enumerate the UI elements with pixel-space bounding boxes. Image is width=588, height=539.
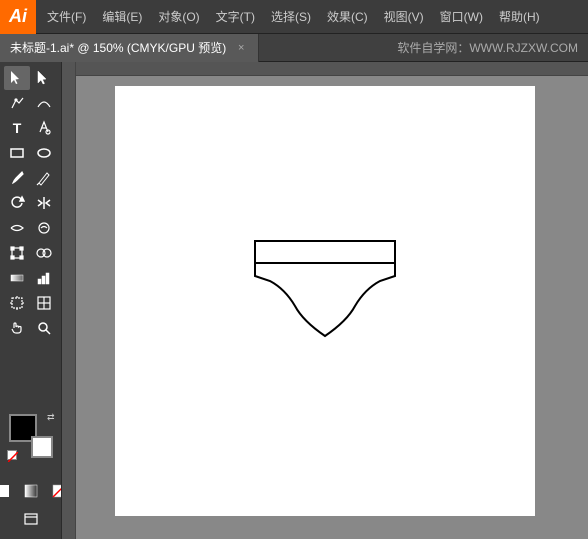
screen-mode-row <box>18 507 44 531</box>
stroke-color-swatch[interactable] <box>31 436 53 458</box>
menu-select[interactable]: 选择(S) <box>264 4 318 29</box>
paintbrush-tool[interactable] <box>4 166 30 190</box>
pencil-tool[interactable] <box>31 166 57 190</box>
touch-type-tool[interactable] <box>31 116 57 140</box>
tool-row-type: T <box>0 116 61 140</box>
tool-row-paint <box>0 166 61 190</box>
menu-text[interactable]: 文字(T) <box>209 4 262 29</box>
color-mode-gradient[interactable] <box>18 479 44 503</box>
tab-title: 未标题-1.ai* @ 150% (CMYK/GPU 预览) <box>10 39 226 56</box>
main-layout: T <box>0 62 588 539</box>
tab-bar: 未标题-1.ai* @ 150% (CMYK/GPU 预览) × 软件自学网：W… <box>0 34 588 62</box>
app-icon: Ai <box>0 0 36 34</box>
menu-view[interactable]: 视图(V) <box>377 4 431 29</box>
menu-object[interactable]: 对象(O) <box>151 4 206 29</box>
tool-row-freetransform <box>0 241 61 265</box>
extra-tools <box>0 479 62 531</box>
tool-row-pen <box>0 91 61 115</box>
tool-row-gradient <box>0 266 61 290</box>
menu-effect[interactable]: 效果(C) <box>320 4 375 29</box>
active-tab[interactable]: 未标题-1.ai* @ 150% (CMYK/GPU 预览) × <box>0 34 259 62</box>
color-mode-none[interactable] <box>46 479 63 503</box>
menu-help[interactable]: 帮助(H) <box>492 4 547 29</box>
swap-colors-icon[interactable]: ⇄ <box>47 412 55 423</box>
tool-row-selection <box>0 66 61 90</box>
color-swatches: ⇄ <box>9 414 53 458</box>
curvature-tool[interactable] <box>31 91 57 115</box>
menu-bar: 文件(F) 编辑(E) 对象(O) 文字(T) 选择(S) 效果(C) 视图(V… <box>36 0 551 33</box>
top-bar: Ai 文件(F) 编辑(E) 对象(O) 文字(T) 选择(S) 效果(C) 视… <box>0 0 588 34</box>
none-color-icon[interactable] <box>7 450 17 460</box>
selection-tool[interactable] <box>4 66 30 90</box>
graph-tool[interactable] <box>31 266 57 290</box>
menu-file[interactable]: 文件(F) <box>40 4 93 29</box>
direct-selection-tool[interactable] <box>31 66 57 90</box>
tool-row-navigate <box>0 316 61 340</box>
zoom-tool[interactable] <box>31 316 57 340</box>
tab-close-button[interactable]: × <box>234 41 248 55</box>
extra-tools-row <box>0 479 62 503</box>
change-screen-mode[interactable] <box>18 507 44 531</box>
free-transform-tool[interactable] <box>4 241 30 265</box>
color-area: ⇄ <box>0 410 62 535</box>
tool-row-width <box>0 216 61 240</box>
artboard <box>115 86 535 516</box>
slice-tool[interactable] <box>31 291 57 315</box>
rotate-tool[interactable] <box>4 191 30 215</box>
menu-window[interactable]: 窗口(W) <box>433 4 490 29</box>
gradient-tool[interactable] <box>4 266 30 290</box>
artboard-tool[interactable] <box>4 291 30 315</box>
width-tool[interactable] <box>4 216 30 240</box>
hand-tool[interactable] <box>4 316 30 340</box>
canvas-area <box>62 62 588 539</box>
warp-tool[interactable] <box>31 216 57 240</box>
shape-drawing <box>225 211 425 391</box>
pen-tool[interactable] <box>4 91 30 115</box>
menu-edit[interactable]: 编辑(E) <box>95 4 149 29</box>
tool-row-shape <box>0 141 61 165</box>
left-toolbar: T <box>0 62 62 539</box>
color-mode-fill[interactable] <box>0 479 16 503</box>
website-info: 软件自学网：WWW.RJZXW.COM <box>259 39 588 56</box>
ellipse-tool[interactable] <box>31 141 57 165</box>
type-tool[interactable]: T <box>4 116 30 140</box>
reflect-tool[interactable] <box>31 191 57 215</box>
vertical-ruler <box>62 62 76 539</box>
horizontal-ruler <box>62 62 588 76</box>
tool-row-artboard <box>0 291 61 315</box>
shape-builder-tool[interactable] <box>31 241 57 265</box>
tool-row-transform <box>0 191 61 215</box>
rectangle-tool[interactable] <box>4 141 30 165</box>
